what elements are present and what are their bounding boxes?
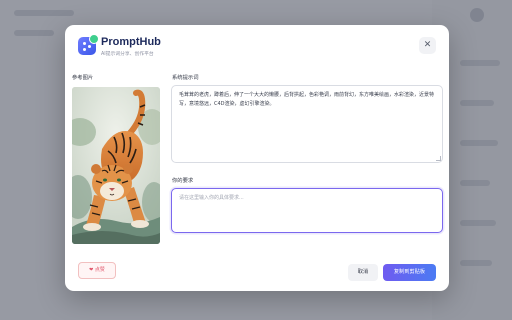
system-prompt-text: 毛茸茸的老虎，蹲着后，伸了一个大大的懒腰，后背拱起，色彩艳调，雨前背幻，东方唯美… xyxy=(179,92,435,107)
user-request-label: 你的要求 xyxy=(172,178,194,184)
app-title: PromptHub xyxy=(101,36,161,48)
user-request-textarea[interactable]: 请在这里输入你的具体要求... xyxy=(171,188,443,233)
close-button[interactable]: ✕ xyxy=(419,37,436,54)
system-prompt-label: 系统提示词 xyxy=(172,75,199,81)
copy-to-clipboard-button[interactable]: 复制到剪贴板 xyxy=(383,264,436,281)
like-label: 点赞 xyxy=(94,267,105,273)
close-icon: ✕ xyxy=(423,40,432,50)
resize-handle-icon[interactable] xyxy=(436,156,441,161)
user-request-placeholder: 请在这里输入你的具体要求... xyxy=(179,195,244,201)
cancel-button[interactable]: 取消 xyxy=(348,264,378,281)
app-subtitle: AI提示词分享、创作平台 xyxy=(101,52,154,57)
reference-image-label: 参考图片 xyxy=(72,75,94,81)
reference-image xyxy=(72,87,160,244)
heart-icon: ❤ xyxy=(89,267,94,273)
system-prompt-textarea[interactable]: 毛茸茸的老虎，蹲着后，伸了一个大大的懒腰，后背拱起，色彩艳调，雨前背幻，东方唯美… xyxy=(171,85,443,163)
tiger-image xyxy=(72,87,160,244)
app-logo-icon xyxy=(78,34,99,55)
like-button[interactable]: ❤ 点赞 xyxy=(78,262,116,279)
prompt-modal: PromptHub AI提示词分享、创作平台 ✕ 参考图片 系统提示词 毛茸茸的… xyxy=(65,25,449,291)
